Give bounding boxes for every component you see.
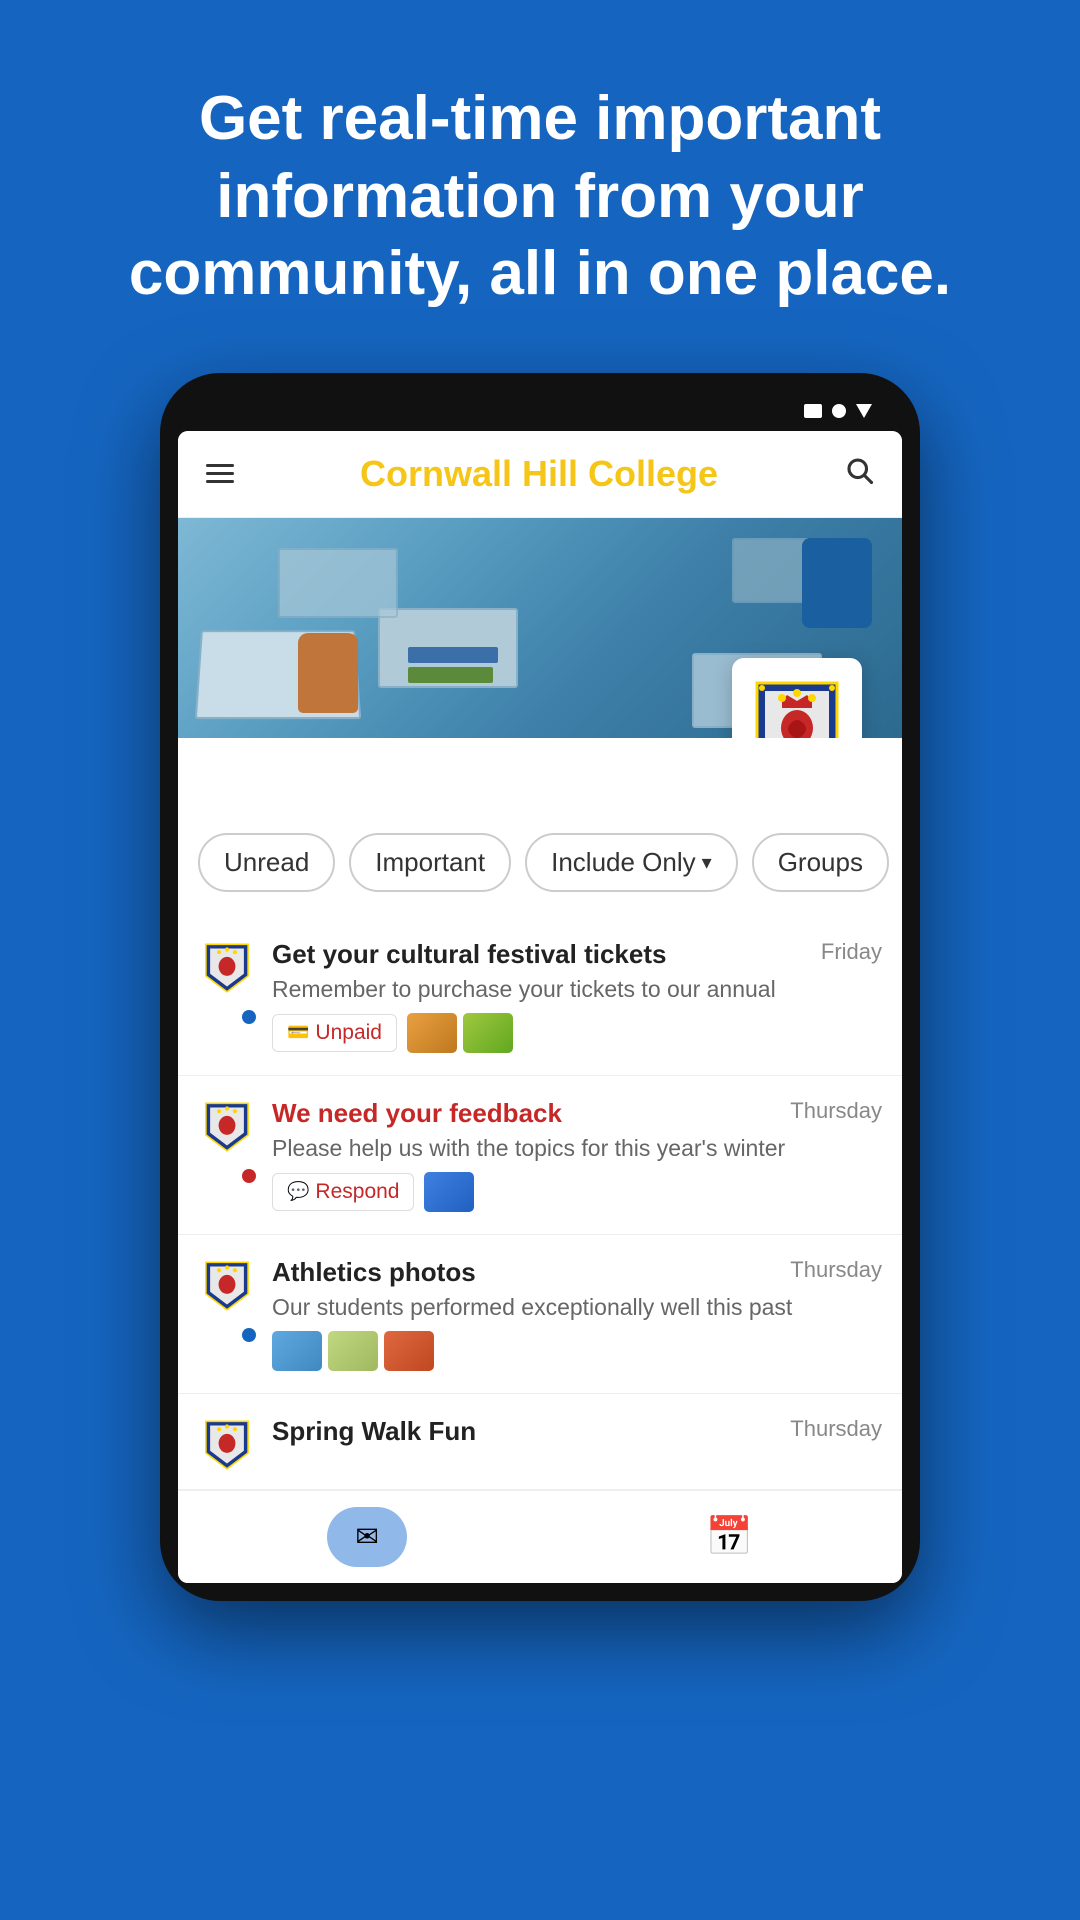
filter-unread-label: Unread <box>224 847 309 878</box>
status-signal-icon <box>856 404 872 418</box>
app-header: Cornwall Hill College <box>178 431 902 518</box>
news-content-1: Get your cultural festival tickets Remem… <box>272 939 882 1053</box>
filter-important-button[interactable]: Important <box>349 833 511 892</box>
hamburger-menu-button[interactable] <box>206 464 234 483</box>
blue-bag-visual <box>802 538 872 628</box>
unread-dot-2 <box>242 1169 256 1183</box>
unread-dot-1 <box>242 1010 256 1024</box>
filter-bar: Unread Important Include Only ▾ Groups <box>178 808 902 917</box>
status-circle-icon <box>832 404 846 418</box>
hero-image: SINGULI OMNES <box>178 518 902 738</box>
backpack-visual <box>298 633 358 713</box>
news-date-2: Thursday <box>790 1098 882 1124</box>
hero-tagline: Get real-time important information from… <box>0 0 1080 373</box>
respond-label: Respond <box>315 1180 399 1204</box>
news-date-4: Thursday <box>790 1416 882 1442</box>
unpaid-badge: 💳 Unpaid <box>272 1014 397 1052</box>
news-preview-2: Please help us with the topics for this … <box>272 1135 882 1162</box>
filter-include-only-label: Include Only <box>551 847 696 878</box>
phone-frame: Cornwall Hill College <box>160 373 920 1601</box>
avatar-col-4 <box>198 1416 256 1479</box>
status-square-icon <box>804 404 822 418</box>
news-item-3[interactable]: Athletics photos Our students performed … <box>178 1235 902 1394</box>
thumb-img-1b <box>463 1013 513 1053</box>
mail-icon: ✉ <box>355 1520 378 1553</box>
news-tags-2: 💬 Respond <box>272 1172 882 1212</box>
respond-icon: 💬 <box>287 1181 309 1202</box>
news-preview-1: Remember to purchase your tickets to our… <box>272 976 882 1003</box>
book-1 <box>408 647 498 663</box>
school-logo-card: SINGULI OMNES <box>732 658 862 738</box>
book-2 <box>408 667 493 683</box>
avatar-col-1 <box>198 939 256 1053</box>
unpaid-label: Unpaid <box>315 1021 382 1045</box>
app-title: Cornwall Hill College <box>360 453 718 495</box>
thumb-img-3c <box>384 1331 434 1371</box>
news-tags-3 <box>272 1331 882 1371</box>
chevron-down-icon: ▾ <box>702 850 712 875</box>
avatar-col-2 <box>198 1098 256 1212</box>
calendar-icon: 📅 <box>705 1515 752 1559</box>
books-visual <box>408 647 498 683</box>
card-icon: 💳 <box>287 1022 309 1043</box>
news-item-1[interactable]: Get your cultural festival tickets Remem… <box>178 917 902 1076</box>
news-preview-3: Our students performed exceptionally wel… <box>272 1294 882 1321</box>
calendar-nav-button[interactable]: 📅 <box>705 1515 752 1559</box>
desk-4 <box>278 548 398 618</box>
respond-badge: 💬 Respond <box>272 1173 414 1211</box>
school-crest-icon: SINGULI OMNES <box>747 673 847 738</box>
news-date-3: Thursday <box>790 1257 882 1283</box>
news-item-4[interactable]: Spring Walk Fun Thursday <box>178 1394 902 1490</box>
status-bar <box>178 391 902 431</box>
news-item-2[interactable]: We need your feedback Please help us wit… <box>178 1076 902 1235</box>
unread-dot-3 <box>242 1328 256 1342</box>
filter-groups-button[interactable]: Groups <box>752 833 889 892</box>
thumb-images-3 <box>272 1331 434 1371</box>
avatar-col-3 <box>198 1257 256 1371</box>
school-avatar-3 <box>198 1257 256 1320</box>
thumb-images-1 <box>407 1013 513 1053</box>
filter-unread-button[interactable]: Unread <box>198 833 335 892</box>
phone-screen: Cornwall Hill College <box>178 431 902 1583</box>
bottom-nav: ✉ 📅 <box>178 1490 902 1583</box>
filter-important-label: Important <box>375 847 485 878</box>
news-date-1: Friday <box>821 939 882 965</box>
thumb-img-1a <box>407 1013 457 1053</box>
thumb-img-3b <box>328 1331 378 1371</box>
news-feed: Get your cultural festival tickets Remem… <box>178 917 902 1490</box>
school-avatar-1 <box>198 939 256 1002</box>
thumb-images-2 <box>424 1172 474 1212</box>
school-avatar-2 <box>198 1098 256 1161</box>
filter-groups-label: Groups <box>778 847 863 878</box>
filter-include-only-button[interactable]: Include Only ▾ <box>525 833 738 892</box>
thumb-img-3a <box>272 1331 322 1371</box>
search-button[interactable] <box>844 455 874 493</box>
news-tags-1: 💳 Unpaid <box>272 1013 882 1053</box>
thumb-img-2a <box>424 1172 474 1212</box>
news-title-1: Get your cultural festival tickets <box>272 939 882 970</box>
mail-nav-button[interactable]: ✉ <box>327 1507 407 1567</box>
mail-icon-bg: ✉ <box>327 1507 407 1567</box>
